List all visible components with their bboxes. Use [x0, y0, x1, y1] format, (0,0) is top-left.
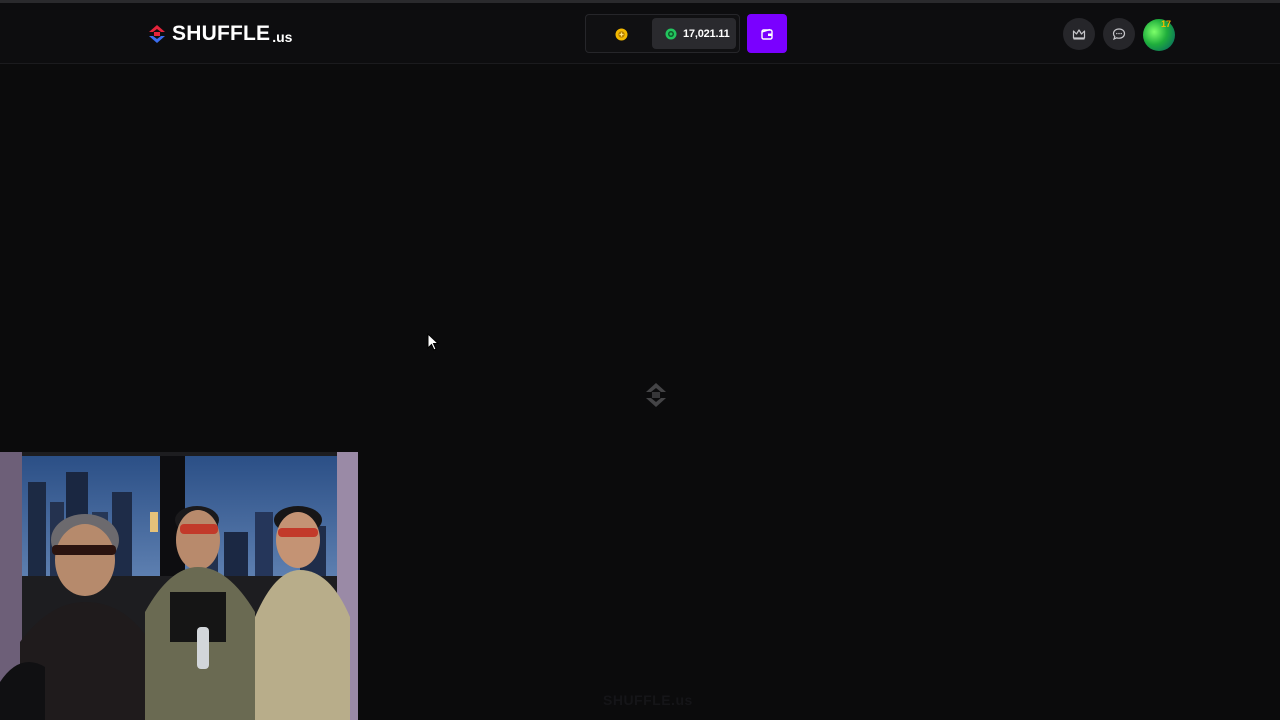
wallet-selector[interactable]: 17,021.11: [585, 14, 740, 53]
webcam-video-image: [0, 452, 358, 720]
top-navbar: SHUFFLE .us 17,021.11 17: [0, 3, 1280, 64]
logo-text: SHUFFLE: [172, 22, 271, 45]
site-logo[interactable]: SHUFFLE .us: [146, 21, 292, 47]
mouse-cursor-icon: [427, 333, 439, 351]
gold-coin-icon[interactable]: [615, 28, 628, 41]
footer-watermark: SHUFFLE.us: [603, 692, 693, 708]
logo-suffix: .us: [272, 29, 293, 45]
balance-display[interactable]: 17,021.11: [652, 18, 736, 49]
wallet-icon: [761, 28, 773, 40]
deposit-button[interactable]: [747, 14, 787, 53]
vip-button[interactable]: [1063, 18, 1095, 50]
loading-spinner-icon: [646, 383, 666, 407]
chat-button[interactable]: [1103, 18, 1135, 50]
chat-bubble-icon: [1112, 28, 1126, 41]
green-token-icon: [665, 28, 677, 39]
webcam-overlay: [0, 452, 358, 720]
notification-badge: 17: [1161, 19, 1172, 29]
crown-icon: [1072, 29, 1086, 40]
shuffle-logo-icon: [149, 25, 165, 43]
balance-amount: 17,021.11: [683, 27, 730, 40]
